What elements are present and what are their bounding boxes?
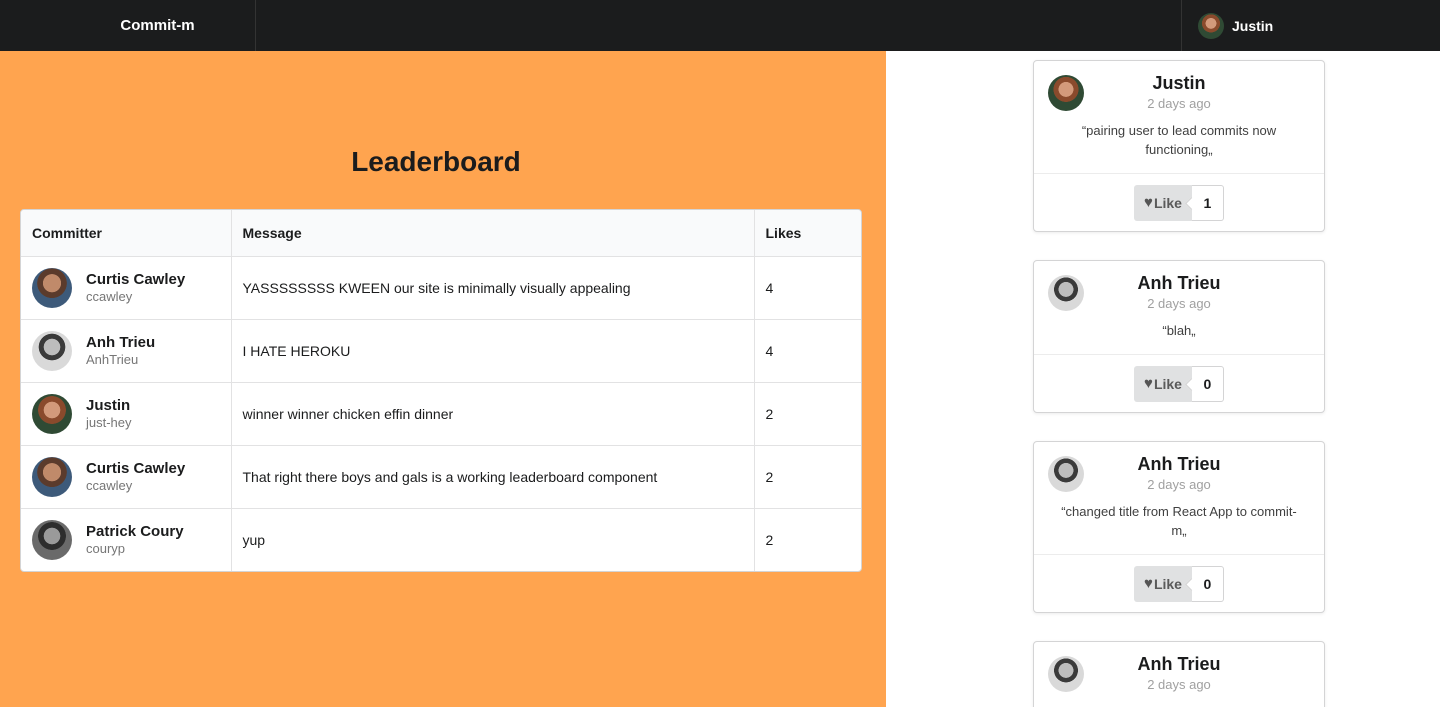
like-label: Like [1153, 194, 1182, 211]
card-timestamp: 2 days ago [1147, 677, 1211, 692]
likes-cell: 4 [753, 318, 861, 382]
avatar [1048, 656, 1084, 692]
like-group: ♥ Like 0 [1134, 365, 1224, 402]
heart-icon: ♥ [1144, 194, 1153, 211]
user-menu[interactable]: Justin [1181, 0, 1440, 51]
leaderboard-title: Leaderboard [351, 146, 521, 177]
top-nav-bar: Commit-m Justin [0, 0, 1440, 51]
committer-cell: Curtis Cawley ccawley [21, 256, 231, 319]
message-cell: yup [230, 507, 754, 571]
likes-cell: 4 [753, 256, 861, 319]
committer-name: Justin [86, 396, 131, 414]
message-cell: I HATE HEROKU [230, 318, 754, 382]
committer-handle: couryp [86, 540, 126, 556]
card-author: Anh Trieu [1137, 454, 1221, 474]
column-header-message: Message [230, 210, 754, 257]
avatar [32, 456, 72, 497]
like-button[interactable]: ♥ Like [1134, 184, 1192, 221]
committer-name: Anh Trieu [86, 333, 156, 351]
table-row: Justin just-hey winner winner chicken ef… [21, 381, 861, 445]
avatar [1048, 75, 1084, 111]
like-group: ♥ Like 0 [1134, 565, 1224, 602]
card-author: Anh Trieu [1137, 654, 1221, 674]
card-message: “pairing user to lead commits now functi… [1081, 123, 1277, 157]
likes-cell: 2 [753, 444, 861, 508]
card-timestamp: 2 days ago [1147, 296, 1211, 311]
committer-cell: Justin just-hey [21, 381, 231, 445]
committer-cell: Patrick Coury couryp [21, 507, 231, 571]
like-count: 0 [1191, 565, 1224, 602]
like-count: 0 [1191, 365, 1224, 402]
leaderboard-table: Committer Message Likes Curtis Cawley cc… [20, 209, 862, 572]
likes-cell: 2 [753, 507, 861, 571]
like-button[interactable]: ♥ Like [1134, 565, 1192, 602]
user-name: Justin [1232, 17, 1274, 34]
commit-card: Justin 2 days ago “pairing user to lead … [1033, 60, 1325, 232]
card-timestamp: 2 days ago [1147, 477, 1211, 492]
avatar [32, 393, 72, 434]
table-header-row: Committer Message Likes [21, 210, 861, 257]
avatar [32, 267, 72, 308]
card-timestamp: 2 days ago [1147, 96, 1211, 111]
message-cell: YASSSSSSSS KWEEN our site is minimally v… [230, 256, 754, 319]
likes-cell: 2 [753, 381, 861, 445]
avatar [1048, 275, 1084, 311]
commit-feed[interactable]: Justin 2 days ago “pairing user to lead … [886, 51, 1440, 707]
committer-handle: AnhTrieu [86, 351, 139, 367]
committer-handle: just-hey [86, 414, 132, 430]
heart-icon: ♥ [1144, 375, 1153, 392]
leaderboard-panel: Leaderboard Committer Message Likes Curt… [0, 51, 886, 707]
user-avatar [1198, 12, 1224, 39]
table-row: Curtis Cawley ccawley YASSSSSSSS KWEEN o… [21, 256, 861, 319]
committer-handle: ccawley [86, 477, 133, 493]
column-header-likes: Likes [753, 210, 861, 257]
table-row: Anh Trieu AnhTrieu I HATE HEROKU 4 [21, 318, 861, 382]
heart-icon: ♥ [1144, 575, 1153, 592]
committer-name: Curtis Cawley [86, 270, 186, 288]
card-message: “blah„ [1162, 323, 1196, 338]
commit-card: Anh Trieu 2 days ago “changed title from… [1033, 441, 1325, 613]
like-count: 1 [1191, 184, 1224, 221]
like-label: Like [1153, 575, 1182, 592]
card-message: “changed title from React App to commit-… [1061, 504, 1297, 538]
column-header-committer: Committer [21, 210, 231, 257]
card-author: Justin [1152, 73, 1206, 93]
card-author: Anh Trieu [1137, 273, 1221, 293]
avatar [32, 330, 72, 371]
committer-name: Curtis Cawley [86, 459, 186, 477]
committer-cell: Anh Trieu AnhTrieu [21, 318, 231, 382]
commit-card: Anh Trieu 2 days ago “blah„ ♥ Like 0 [1033, 260, 1325, 413]
message-cell: That right there boys and gals is a work… [230, 444, 754, 508]
committer-cell: Curtis Cawley ccawley [21, 444, 231, 508]
avatar [32, 519, 72, 560]
avatar [1048, 456, 1084, 492]
commit-card: Anh Trieu 2 days ago [1033, 641, 1325, 707]
committer-handle: ccawley [86, 288, 133, 304]
committer-name: Patrick Coury [86, 522, 184, 540]
table-row: Patrick Coury couryp yup 2 [21, 507, 861, 571]
like-label: Like [1153, 375, 1182, 392]
brand-link[interactable]: Commit-m [0, 0, 256, 51]
like-button[interactable]: ♥ Like [1134, 365, 1192, 402]
message-cell: winner winner chicken effin dinner [230, 381, 754, 445]
table-row: Curtis Cawley ccawley That right there b… [21, 444, 861, 508]
like-group: ♥ Like 1 [1134, 184, 1224, 221]
